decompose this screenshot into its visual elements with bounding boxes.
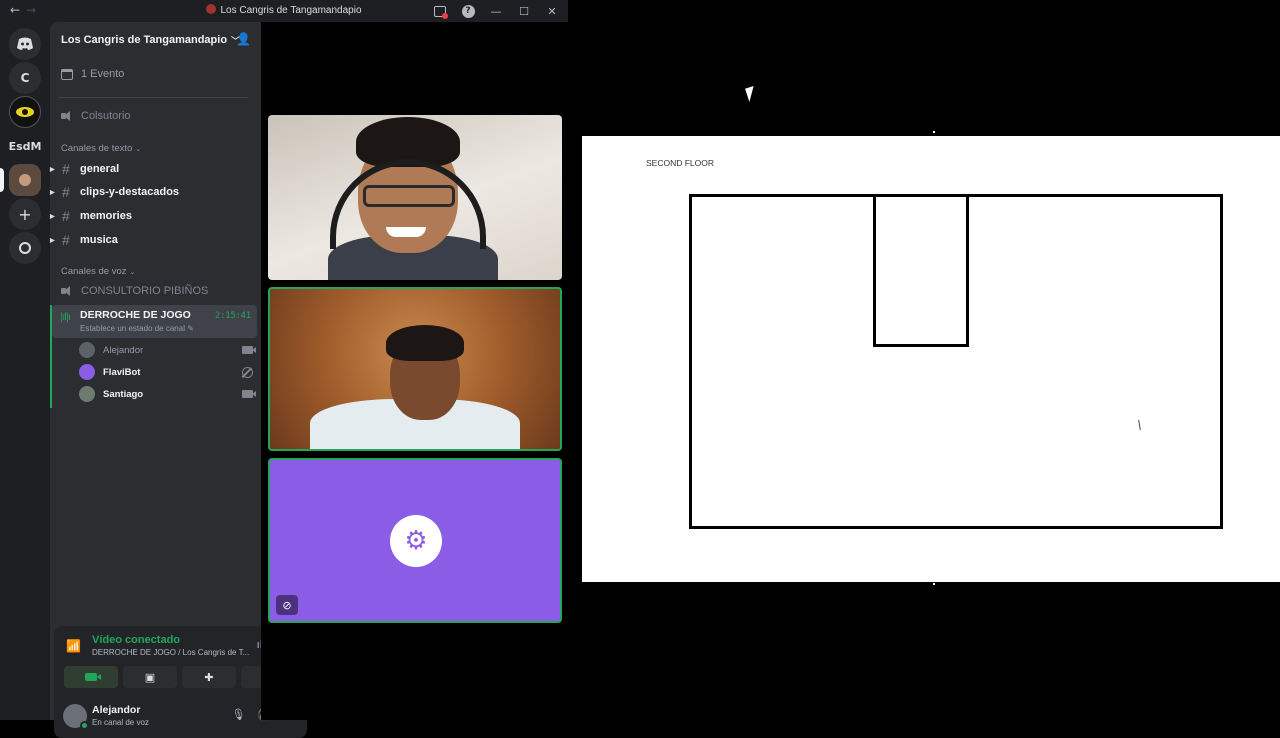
board-label: SECOND FLOOR <box>646 158 715 168</box>
unread-caret-icon: ▶ <box>50 189 55 196</box>
hash-icon: # <box>62 161 70 177</box>
camera-icon <box>242 390 256 398</box>
camera-icon <box>85 673 101 681</box>
unread-caret-icon: ▶ <box>50 166 55 173</box>
user-name[interactable]: Alejandor <box>92 704 140 716</box>
window-title-text: Los Cangris de Tangamandapio <box>220 5 362 16</box>
inbox-icon[interactable] <box>432 3 448 19</box>
connection-status[interactable]: Vídeo conectado <box>92 634 180 646</box>
member-name: Alejandor <box>103 344 144 356</box>
server-icon <box>206 4 217 14</box>
screen-share-button[interactable]: ▣ <box>123 666 177 688</box>
chevron-down-icon: ⌄ <box>129 269 136 276</box>
mouse-cursor-icon <box>745 85 758 103</box>
calendar-icon <box>61 68 73 80</box>
channel-memories[interactable]: ▶ # memories <box>50 206 250 226</box>
voice-member[interactable]: Alejandor <box>79 340 256 360</box>
server-rail: C EsdM + <box>0 22 50 720</box>
title-bar: ←→ Los Cangris de Tangamandapio ? — ☐ ✕ <box>0 0 568 22</box>
title-bar-controls: ? — ☐ ✕ <box>432 3 560 19</box>
chevron-down-icon: ⌄ <box>135 146 142 153</box>
voice-member[interactable]: Santiago <box>79 384 256 404</box>
channel-label: general <box>80 163 120 175</box>
camera-toggle-button[interactable] <box>64 666 118 688</box>
avatar <box>79 364 95 380</box>
camera-icon <box>242 346 256 354</box>
divider <box>58 97 248 98</box>
connection-signal-icon[interactable]: 📶 <box>66 639 81 653</box>
decor-dot <box>933 131 935 133</box>
activities-icon: ✚ <box>204 670 214 684</box>
eye-server-icon[interactable] <box>9 96 41 128</box>
video-call-area: ⚙ ⊘ <box>261 22 568 720</box>
channel-sidebar: Los Cangris de Tangamandapio ﹀ 👤 1 Event… <box>50 22 307 738</box>
category-label: Canales de voz <box>61 266 127 277</box>
server-name: Los Cangris de Tangamandapio <box>61 34 228 46</box>
channel-musica[interactable]: ▶ # musica <box>50 230 250 250</box>
hash-icon: # <box>62 184 70 200</box>
connection-location[interactable]: DERROCHE DE JOGO / Los Cangris de T... <box>92 648 249 657</box>
online-status-dot <box>80 721 89 730</box>
unread-caret-icon: ▶ <box>50 213 55 220</box>
user-status: En canal de voz <box>92 718 149 727</box>
video-tile-participant[interactable] <box>268 287 562 451</box>
channel-label: musica <box>80 234 118 246</box>
avatar[interactable] <box>63 704 89 730</box>
active-server-indicator <box>0 168 4 192</box>
active-server-avatar[interactable] <box>9 164 41 196</box>
microphone-icon[interactable]: 🎙 <box>231 708 245 721</box>
voice-channel-colsutorio[interactable]: Colsutorio <box>61 110 131 122</box>
events-link[interactable]: 1 Evento <box>61 68 124 80</box>
voice-channel-derroche[interactable]: |ıl|ı DERROCHE DE JOGO Establece un esta… <box>52 305 257 338</box>
speaker-icon <box>61 110 73 122</box>
category-text-channels[interactable]: Canales de texto ⌄ <box>61 143 141 154</box>
channel-clips-y-destacados[interactable]: ▶ # clips-y-destacados <box>50 182 250 202</box>
explore-icon[interactable] <box>9 232 41 264</box>
help-icon[interactable]: ? <box>460 3 476 19</box>
voice-channel-label: Colsutorio <box>81 110 131 122</box>
avatar <box>79 386 95 402</box>
server-c[interactable]: C <box>9 62 41 94</box>
add-server-icon[interactable]: + <box>9 198 41 230</box>
desktop: ←→ Los Cangris de Tangamandapio ? — ☐ ✕ … <box>0 0 1280 738</box>
voice-member[interactable]: FlaviBot <box>79 362 253 382</box>
category-label: Canales de texto <box>61 143 133 154</box>
server-header[interactable]: Los Cangris de Tangamandapio ﹀ 👤 <box>50 22 261 58</box>
category-voice-channels[interactable]: Canales de voz ⌄ <box>61 266 135 277</box>
bot-avatar-icon: ⚙ <box>390 515 442 567</box>
unread-caret-icon: ▶ <box>50 237 55 244</box>
screen-share-icon: ▣ <box>144 670 156 684</box>
activities-button[interactable]: ✚ <box>182 666 236 688</box>
video-tile-bot[interactable]: ⚙ ⊘ <box>268 458 562 623</box>
channel-status-prompt[interactable]: Establece un estado de canal ✎ <box>80 324 194 333</box>
channel-general[interactable]: ▶ # general <box>50 159 250 179</box>
speaker-icon <box>61 285 73 297</box>
close-button[interactable]: ✕ <box>544 3 560 19</box>
call-timer: 2:15:41 <box>215 311 251 321</box>
avatar <box>79 342 95 358</box>
minimize-button[interactable]: — <box>488 3 504 19</box>
video-tile-participant[interactable] <box>268 115 562 280</box>
channel-label: clips-y-destacados <box>80 186 180 198</box>
discord-window: ←→ Los Cangris de Tangamandapio ? — ☐ ✕ … <box>0 0 568 738</box>
voice-channel-label: DERROCHE DE JOGO <box>80 309 191 321</box>
maximize-button[interactable]: ☐ <box>516 3 532 19</box>
discord-home-icon[interactable] <box>9 28 41 60</box>
channel-label: memories <box>80 210 132 222</box>
events-label: 1 Evento <box>81 68 125 80</box>
invite-people-icon[interactable]: 👤 <box>236 32 251 46</box>
member-name: FlaviBot <box>103 366 141 378</box>
hash-icon: # <box>62 208 70 224</box>
video-off-icon <box>242 366 253 378</box>
voice-channel-label: CONSULTORIO PIBIÑOS <box>81 285 209 297</box>
voice-channel-consultorio[interactable]: CONSULTORIO PIBIÑOS <box>61 285 208 297</box>
room-outline <box>873 196 969 347</box>
server-esdm[interactable]: EsdM <box>9 130 42 162</box>
sound-wave-icon: |ıl|ı <box>60 312 71 323</box>
decor-dot <box>933 583 935 585</box>
whiteboard-canvas[interactable]: SECOND FLOOR <box>582 136 1280 582</box>
hash-icon: # <box>62 232 70 248</box>
member-name: Santiago <box>103 388 144 400</box>
video-off-icon: ⊘ <box>276 595 298 615</box>
